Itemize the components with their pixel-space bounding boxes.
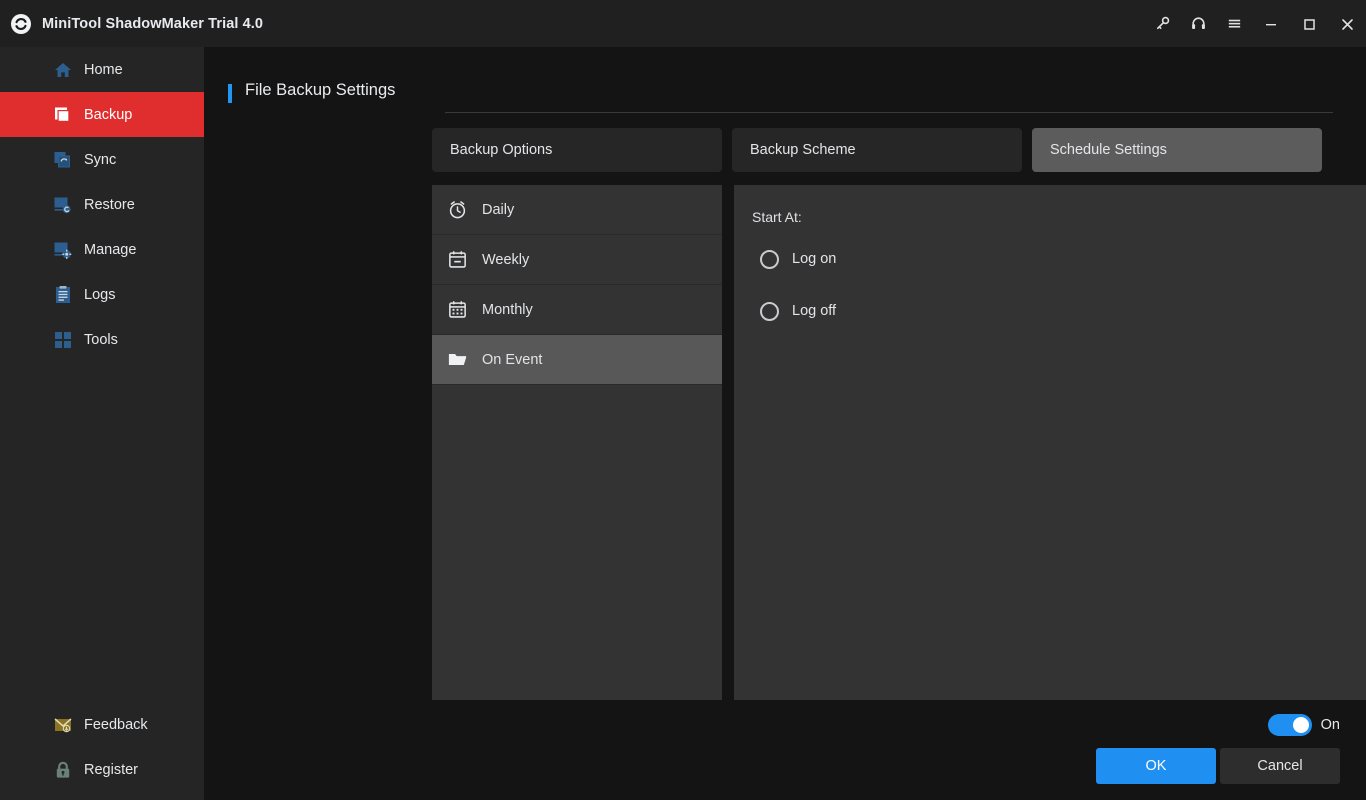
sidebar-item-label: Register bbox=[84, 761, 138, 778]
tab-schedule-settings[interactable]: Schedule Settings bbox=[1032, 128, 1322, 172]
page-header: File Backup Settings bbox=[228, 81, 1366, 103]
close-icon[interactable] bbox=[1328, 0, 1366, 47]
lock-icon bbox=[52, 759, 74, 781]
toggle-state-label: On bbox=[1320, 717, 1340, 733]
logs-icon bbox=[52, 284, 74, 306]
schedule-toggle[interactable] bbox=[1267, 714, 1312, 736]
sidebar-item-label: Manage bbox=[84, 241, 137, 258]
schedule-type-list: Daily Weekly Monthly On Event bbox=[432, 185, 722, 700]
minimize-icon[interactable] bbox=[1252, 0, 1290, 47]
sidebar-secondary-nav: Feedback Register bbox=[0, 702, 204, 800]
manage-icon bbox=[52, 239, 74, 261]
sidebar-item-label: Restore bbox=[84, 196, 135, 213]
application-window: MiniTool ShadowMaker Trial 4.0 Home Back… bbox=[0, 0, 1366, 800]
alarm-clock-icon bbox=[446, 199, 468, 221]
sidebar-item-manage[interactable]: Manage bbox=[0, 227, 204, 272]
footer-actions: On OK Cancel bbox=[968, 714, 1340, 784]
calendar-icon bbox=[446, 249, 468, 271]
sidebar-item-register[interactable]: Register bbox=[0, 747, 204, 792]
tools-icon bbox=[52, 329, 74, 351]
sidebar-item-feedback[interactable]: Feedback bbox=[0, 702, 204, 747]
page-header-divider bbox=[445, 112, 1333, 113]
sidebar-item-backup[interactable]: Backup bbox=[0, 92, 204, 137]
radio-button[interactable] bbox=[760, 249, 779, 269]
window-title: MiniTool ShadowMaker Trial 4.0 bbox=[42, 15, 264, 32]
envelope-icon bbox=[52, 714, 74, 736]
sidebar-item-label: Feedback bbox=[84, 716, 148, 733]
sidebar-item-label: Tools bbox=[84, 331, 118, 348]
tab-backup-scheme[interactable]: Backup Scheme bbox=[732, 128, 1022, 172]
list-item-label: Monthly bbox=[482, 301, 533, 318]
backup-icon bbox=[52, 104, 74, 126]
dialog-buttons: OK Cancel bbox=[968, 748, 1340, 784]
sidebar-item-label: Sync bbox=[84, 151, 117, 168]
key-icon[interactable] bbox=[1144, 0, 1180, 47]
sidebar-item-sync[interactable]: Sync bbox=[0, 137, 204, 182]
settings-panels: Daily Weekly Monthly On Event Start At: … bbox=[432, 185, 1366, 700]
shadowmaker-logo-icon bbox=[8, 11, 34, 37]
radio-option-log-on[interactable]: Log on bbox=[760, 241, 1366, 277]
sidebar-item-label: Logs bbox=[84, 286, 116, 303]
sidebar-item-tools[interactable]: Tools bbox=[0, 317, 204, 362]
schedule-toggle-row: On bbox=[968, 714, 1340, 736]
schedule-detail-panel: Start At: Log on Log off bbox=[734, 185, 1366, 700]
toggle-knob bbox=[1292, 717, 1309, 733]
sidebar-item-restore[interactable]: Restore bbox=[0, 182, 204, 227]
window-body: Home Backup Sync Restore Manage Logs Too… bbox=[0, 47, 1366, 800]
list-item-label: Weekly bbox=[482, 251, 530, 268]
sidebar-primary-nav: Home Backup Sync Restore Manage Logs Too… bbox=[0, 47, 204, 362]
ok-button[interactable]: OK bbox=[1096, 748, 1216, 784]
sidebar: Home Backup Sync Restore Manage Logs Too… bbox=[0, 47, 204, 800]
sidebar-item-home[interactable]: Home bbox=[0, 47, 204, 92]
list-item-on-event[interactable]: On Event bbox=[432, 335, 722, 385]
sidebar-item-logs[interactable]: Logs bbox=[0, 272, 204, 317]
list-item-label: Daily bbox=[482, 201, 515, 218]
restore-icon bbox=[52, 194, 74, 216]
radio-button[interactable] bbox=[760, 301, 779, 321]
maximize-icon[interactable] bbox=[1290, 0, 1328, 47]
page-title: File Backup Settings bbox=[245, 81, 396, 99]
radio-label: Log on bbox=[792, 251, 837, 267]
tab-backup-options[interactable]: Backup Options bbox=[432, 128, 722, 172]
sidebar-item-label: Backup bbox=[84, 106, 133, 123]
cancel-button[interactable]: Cancel bbox=[1220, 748, 1340, 784]
headset-icon[interactable] bbox=[1180, 0, 1216, 47]
sync-icon bbox=[52, 149, 74, 171]
menu-icon[interactable] bbox=[1216, 0, 1252, 47]
list-item-label: On Event bbox=[482, 351, 543, 368]
start-at-label: Start At: bbox=[752, 209, 802, 225]
folder-icon bbox=[446, 349, 468, 371]
list-item-weekly[interactable]: Weekly bbox=[432, 235, 722, 285]
page-title-accent-bar bbox=[228, 84, 232, 103]
sidebar-item-label: Home bbox=[84, 61, 123, 78]
title-bar: MiniTool ShadowMaker Trial 4.0 bbox=[0, 0, 1366, 47]
list-item-daily[interactable]: Daily bbox=[432, 185, 722, 235]
radio-option-log-off[interactable]: Log off bbox=[760, 293, 1366, 329]
home-icon bbox=[52, 59, 74, 81]
main-content: File Backup Settings Backup Options Back… bbox=[204, 47, 1366, 800]
list-item-monthly[interactable]: Monthly bbox=[432, 285, 722, 335]
calendar-month-icon bbox=[446, 299, 468, 321]
settings-tabs: Backup Options Backup Scheme Schedule Se… bbox=[432, 128, 1366, 172]
radio-label: Log off bbox=[792, 303, 837, 319]
